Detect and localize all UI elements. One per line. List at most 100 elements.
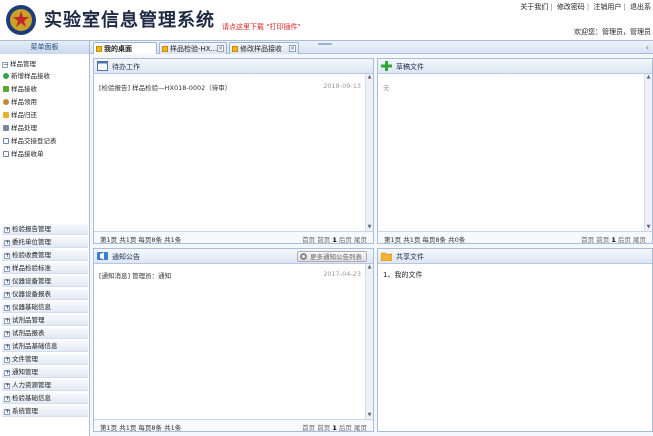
scroll-up-icon[interactable]: ▲: [366, 264, 373, 271]
logout-link[interactable]: 注销用户: [593, 3, 621, 11]
page-number: 1: [332, 424, 337, 432]
sidebar-group[interactable]: + 试剂品管理: [2, 315, 88, 326]
about-link[interactable]: 关于我们: [520, 3, 548, 11]
tab-modify-sample-receipt[interactable]: 修改样品接收 ×: [229, 42, 299, 54]
drafts-panel: 草稿文件 无 ▲ ▼ 第1页 共1页 每页8条 共0条 首页 前页 1 后页 尾页: [377, 58, 653, 244]
notice-panel: 通知公告 更多通知公告列表 [通知消息] 管理员：通知 2017-04-23 ▲…: [93, 248, 374, 432]
first-page-link[interactable]: 首页: [581, 236, 594, 244]
scroll-up-icon[interactable]: ▲: [366, 74, 373, 81]
sidebar-group-label: 检验收费管理: [12, 251, 51, 259]
sidebar-item-sample-handover-register[interactable]: 样品交接登记表: [3, 136, 57, 146]
tab-sample-inspection[interactable]: 样品检验-HX... ×: [159, 42, 227, 54]
sidebar-item-sample-return[interactable]: 样品归还: [3, 110, 37, 120]
announcement-icon: [97, 252, 108, 260]
expand-icon[interactable]: +: [4, 279, 10, 285]
prev-page-link[interactable]: 前页: [317, 236, 330, 244]
expand-icon[interactable]: +: [4, 240, 10, 246]
sidebar-group-label: 通知管理: [12, 368, 38, 376]
next-page-link[interactable]: 后页: [339, 424, 352, 432]
header: 实验室信息管理系统 请点这里下载 "打印插件" 关于我们 | 修改密码 | 注销用户…: [0, 0, 653, 40]
sidebar-group[interactable]: + 检验报告管理: [2, 224, 88, 235]
more-notices-button[interactable]: 更多通知公告列表: [297, 251, 367, 262]
last-page-link[interactable]: 尾页: [354, 424, 367, 432]
expand-icon[interactable]: +: [4, 357, 10, 363]
sidebar-group[interactable]: + 系统管理: [2, 406, 88, 417]
return-icon: [3, 112, 9, 118]
expand-icon[interactable]: +: [4, 396, 10, 402]
last-page-link[interactable]: 尾页: [633, 236, 646, 244]
sidebar-group-label: 样品检验标准: [12, 264, 51, 272]
expand-icon[interactable]: +: [4, 318, 10, 324]
sidebar-group[interactable]: + 检验收费管理: [2, 250, 88, 261]
scroll-down-icon[interactable]: ▼: [366, 412, 373, 419]
scrollbar[interactable]: ▲ ▼: [365, 264, 373, 419]
scrollbar[interactable]: ▲ ▼: [644, 74, 652, 231]
sidebar-item-sample-receipt[interactable]: 样品接收: [3, 84, 37, 94]
pager-links: 首页 前页 1 后页 尾页: [302, 234, 367, 244]
sidebar-group[interactable]: + 仪器基础信息: [2, 302, 88, 313]
tab-my-desktop[interactable]: 我的桌面: [93, 42, 157, 54]
first-page-link[interactable]: 首页: [302, 424, 315, 432]
panel-header: 通知公告 更多通知公告列表: [94, 249, 373, 264]
next-page-link[interactable]: 后页: [339, 236, 352, 244]
panel-title: 草稿文件: [396, 63, 424, 71]
expand-icon[interactable]: +: [4, 344, 10, 350]
expand-icon[interactable]: +: [4, 266, 10, 272]
sidebar-item-new-sample-receipt[interactable]: 新增样品接收: [3, 71, 50, 81]
page-number: 1: [332, 236, 337, 244]
sidebar-item-label: 样品处理: [11, 124, 37, 132]
expand-icon[interactable]: +: [4, 253, 10, 259]
expand-icon[interactable]: +: [4, 409, 10, 415]
prev-page-link[interactable]: 前页: [596, 236, 609, 244]
sidebar-item-sample-processing[interactable]: 样品处理: [3, 123, 37, 133]
sidebar-group[interactable]: + 试剂品报表: [2, 328, 88, 339]
sidebar-item-sample-use[interactable]: 样品领用: [3, 97, 37, 107]
last-page-link[interactable]: 尾页: [354, 236, 367, 244]
sidebar-group[interactable]: + 仪器设备报表: [2, 289, 88, 300]
todo-row[interactable]: [检验报告] 样品检验—HX018-0002（待审）: [99, 82, 231, 92]
expand-icon[interactable]: +: [4, 383, 10, 389]
exit-link[interactable]: 退出系: [630, 3, 651, 11]
scrollbar[interactable]: ▲ ▼: [365, 74, 373, 231]
sidebar-group[interactable]: + 委托单位管理: [2, 237, 88, 248]
panel-title: 待办工作: [112, 63, 140, 71]
expand-icon[interactable]: +: [4, 370, 10, 376]
expand-icon[interactable]: +: [4, 331, 10, 337]
sidebar-group-sample-management[interactable]: − 样品管理: [2, 59, 36, 69]
sidebar-item-label: 样品归还: [11, 111, 37, 119]
add-icon: [3, 73, 9, 79]
expand-icon[interactable]: +: [4, 227, 10, 233]
sidebar-group[interactable]: + 文件管理: [2, 354, 88, 365]
notice-row[interactable]: [通知消息] 管理员：通知: [99, 270, 171, 280]
window-icon: [97, 61, 108, 71]
close-icon[interactable]: ×: [289, 45, 296, 52]
scroll-up-icon[interactable]: ▲: [645, 74, 652, 81]
shared-file-item[interactable]: 1、我的文件: [383, 270, 422, 280]
next-page-link[interactable]: 后页: [618, 236, 631, 244]
sidebar-group[interactable]: + 样品检验标准: [2, 263, 88, 274]
sidebar-group[interactable]: + 试剂品基础信息: [2, 341, 88, 352]
sidebar-group[interactable]: + 通知管理: [2, 367, 88, 378]
collapse-handle[interactable]: [318, 41, 332, 45]
pager-links: 首页 前页 1 后页 尾页: [302, 422, 367, 432]
sidebar-group[interactable]: + 人力资源管理: [2, 380, 88, 391]
sidebar-group[interactable]: + 仪器设备管理: [2, 276, 88, 287]
scroll-down-icon[interactable]: ▼: [645, 224, 652, 231]
pager: 第1页 共1页 每页8条 共1条 首页 前页 1 后页 尾页: [94, 231, 373, 244]
pager-info: 第1页 共1页 每页8条 共1条: [100, 236, 182, 244]
scroll-down-icon[interactable]: ▼: [366, 224, 373, 231]
change-password-link[interactable]: 修改密码: [557, 3, 585, 11]
collapse-icon[interactable]: −: [2, 62, 8, 68]
inbox-icon: [3, 86, 9, 92]
close-icon[interactable]: ×: [217, 45, 224, 52]
page-number: 1: [611, 236, 616, 244]
shared-files-panel: 共享文件 1、我的文件: [377, 248, 653, 432]
first-page-link[interactable]: 首页: [302, 236, 315, 244]
expand-icon[interactable]: +: [4, 292, 10, 298]
chevron-left-icon[interactable]: ‹: [646, 43, 649, 52]
sidebar-item-sample-receipt-form[interactable]: 样品接收单: [3, 149, 44, 159]
expand-icon[interactable]: +: [4, 305, 10, 311]
prev-page-link[interactable]: 前页: [317, 424, 330, 432]
sidebar-group[interactable]: + 检验基础信息: [2, 393, 88, 404]
plugin-download-link[interactable]: 请点这里下载 "打印插件": [222, 22, 301, 32]
